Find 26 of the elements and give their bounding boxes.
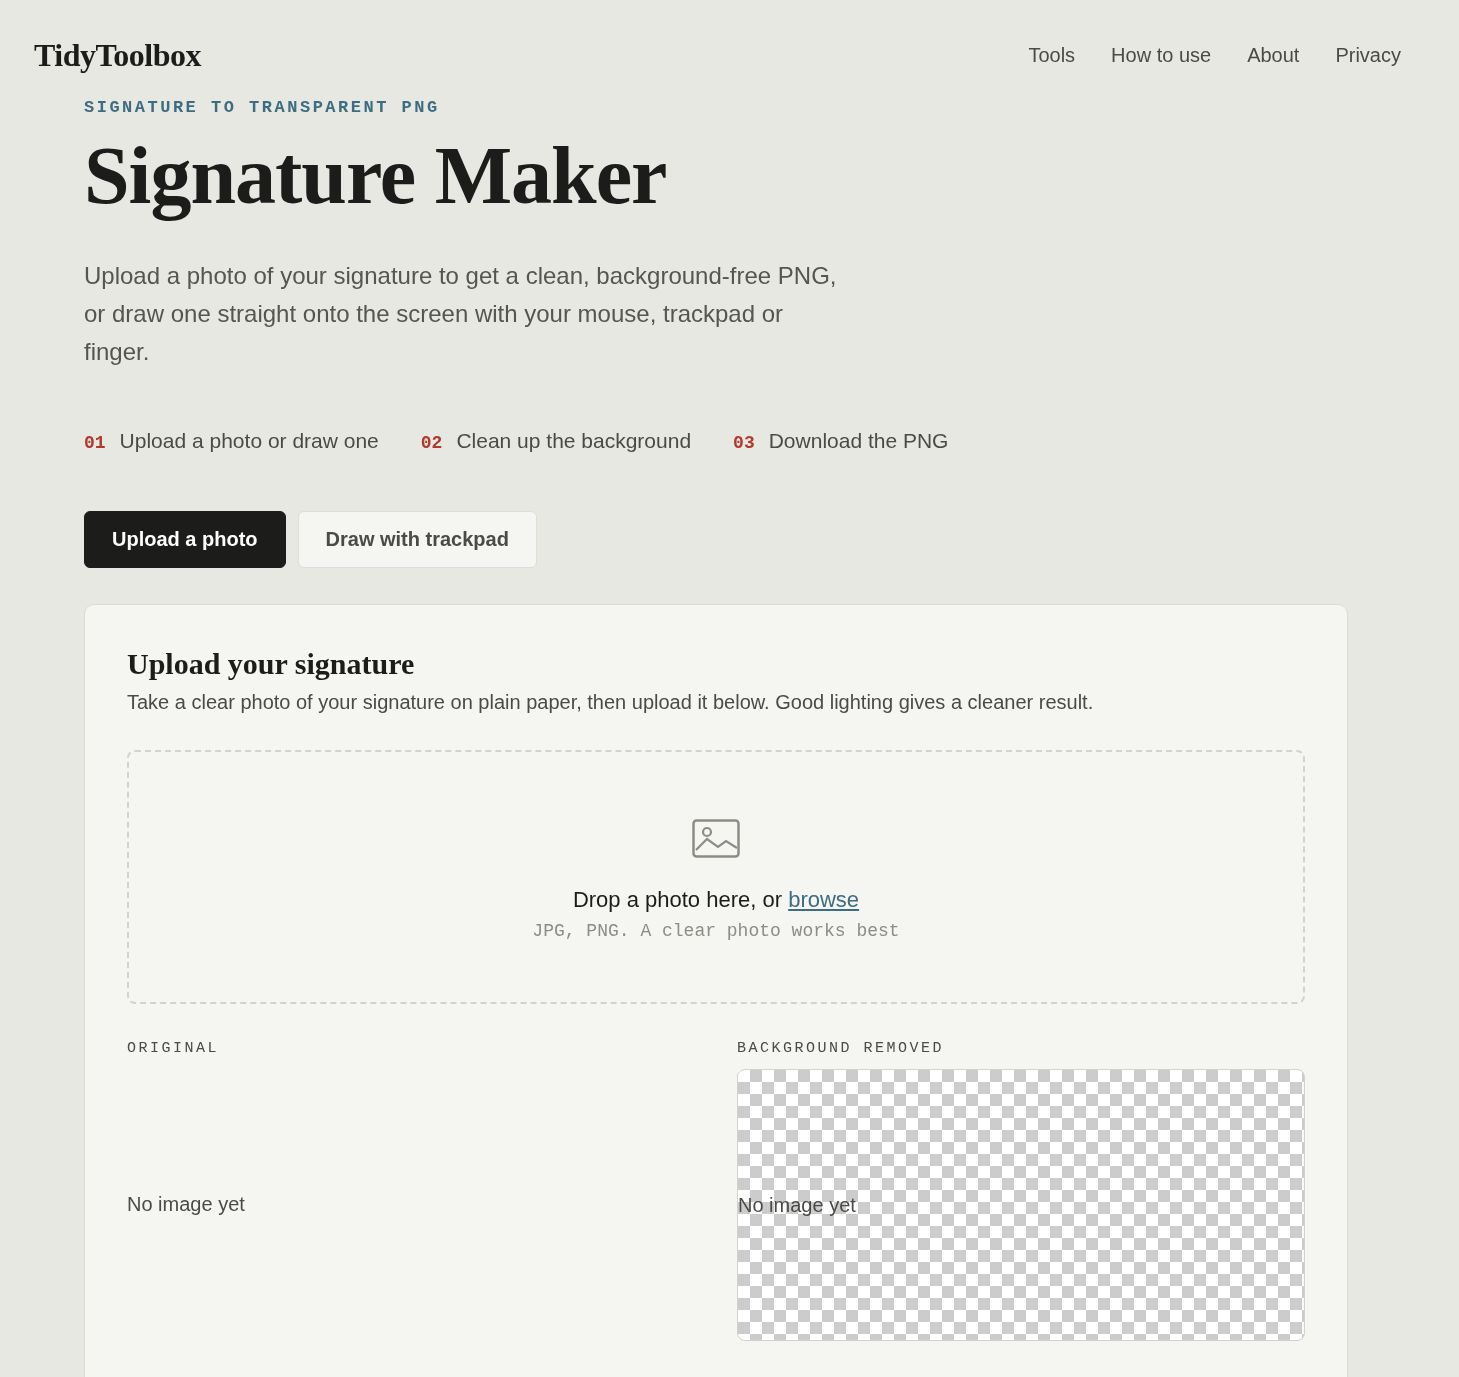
preview-label: ORIGINAL [127,1040,220,1057]
step-label: Upload a photo or draw one [119,429,379,453]
mode-tab[interactable]: Draw with trackpad [297,511,537,568]
nav-link[interactable]: Privacy [1335,43,1401,67]
empty-message: No image yet [738,1193,856,1217]
eyebrow-label: SIGNATURE TO TRANSPARENT PNG [84,98,441,117]
step-number: 03 [733,433,755,453]
drop-prompt: Drop a photo here, or [572,887,784,912]
mode-tab[interactable]: Upload a photo [84,511,286,568]
empty-message: No image yet [127,1192,245,1216]
drop-zone[interactable]: Drop a photo here, or browse JPG, PNG. A clear photo works best [127,750,1305,1004]
step-label: Clean up the background [456,429,692,453]
nav-link[interactable]: About [1247,43,1300,67]
panel-description: Take a clear photo of your signature on plain paper, then upload it below. Good lighting gives a cleaner result. [127,691,1095,714]
step-number: 01 [84,433,106,453]
preview-label: BACKGROUND REMOVED [737,1040,946,1057]
file-hint: JPG, PNG. A clear photo works best [532,921,900,941]
step-label: Download the PNG [768,429,949,453]
image-icon [692,819,740,859]
intro-paragraph: Upload a photo of your signature to get a clean, background-free PNG, or draw one straight onto the screen with your mouse, trackpad or finger. [84,261,838,367]
nav-link[interactable]: Tools [1028,43,1076,67]
brand-logo[interactable]: TidyToolbox [34,36,202,74]
panel-title: Upload your signature [127,647,416,681]
step-number: 02 [420,433,443,453]
nav-link[interactable]: How to use [1111,43,1212,67]
browse-link[interactable]: browse [788,887,860,912]
